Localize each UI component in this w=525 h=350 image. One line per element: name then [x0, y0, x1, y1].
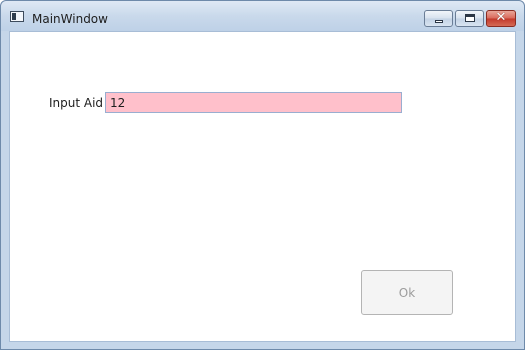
- window-title: MainWindow: [32, 12, 108, 26]
- app-window-icon: [10, 11, 24, 22]
- input-aid-field[interactable]: [105, 92, 402, 113]
- maximize-icon: [465, 14, 475, 22]
- close-button[interactable]: ✕: [486, 10, 516, 27]
- close-icon: ✕: [495, 10, 507, 25]
- title-bar[interactable]: MainWindow ✕: [1, 1, 524, 31]
- minimize-icon: [435, 20, 443, 23]
- minimize-button[interactable]: [424, 10, 453, 27]
- ok-button[interactable]: Ok: [361, 270, 453, 315]
- maximize-button[interactable]: [455, 10, 484, 27]
- main-window: MainWindow ✕ Input Aid Ok: [0, 0, 525, 350]
- input-aid-label: Input Aid: [49, 96, 104, 110]
- caption-buttons: ✕: [424, 10, 516, 27]
- client-area: Input Aid Ok: [9, 31, 516, 342]
